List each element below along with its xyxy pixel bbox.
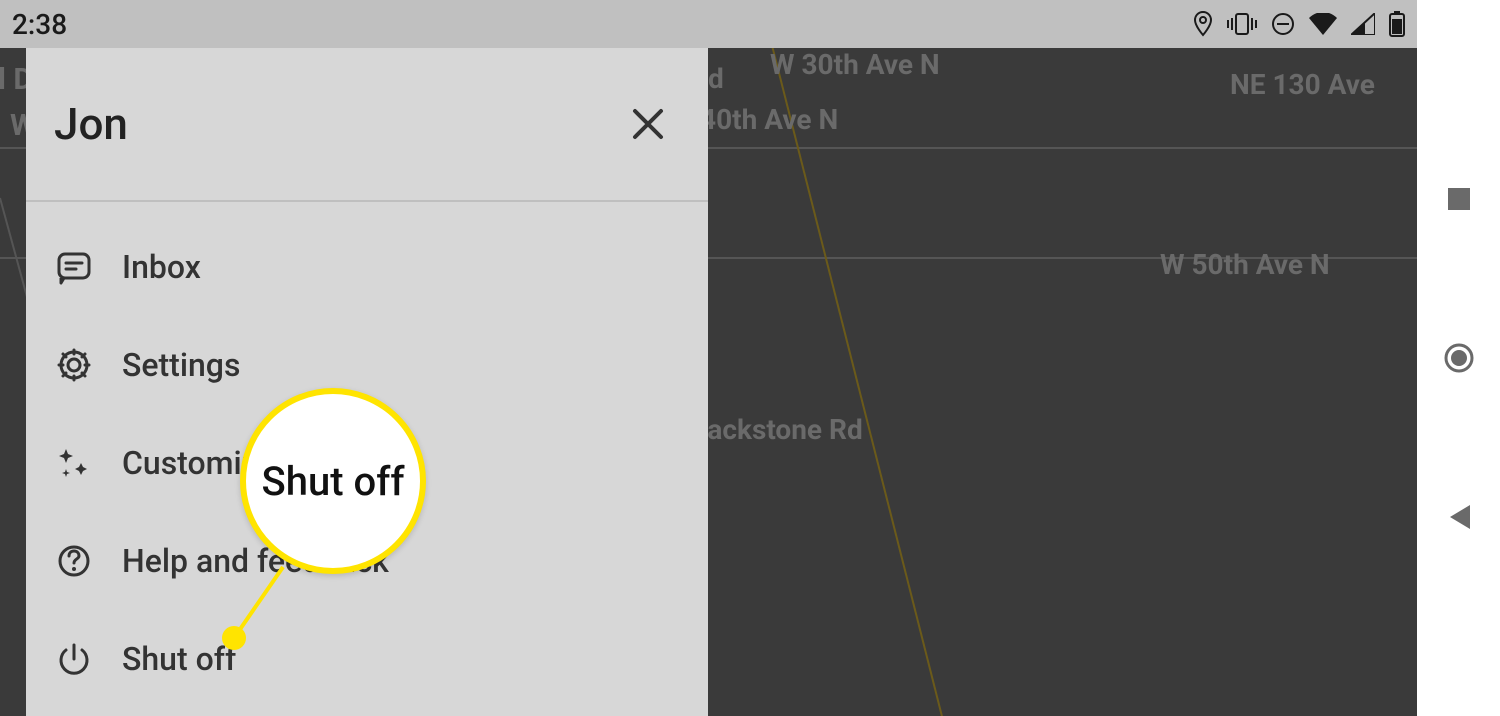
- inbox-icon: [54, 247, 94, 287]
- triangle-left-icon: [1446, 503, 1472, 531]
- status-bar: 2:38: [0, 0, 1417, 48]
- device-screen: 2:38 l D W d W 30th Ave N 40th Ave N: [0, 0, 1417, 716]
- menu-item-label: Settings: [122, 346, 240, 384]
- circle-icon: [1443, 342, 1475, 374]
- drawer-title: Jon: [54, 98, 128, 150]
- cell-signal-icon: [1351, 13, 1375, 35]
- back-button[interactable]: [1441, 499, 1477, 535]
- vibrate-icon: [1227, 12, 1257, 36]
- callout-text: Shut off: [262, 458, 405, 505]
- account-drawer: Jon Inbox Settings: [26, 48, 708, 716]
- do-not-disturb-icon: [1271, 12, 1295, 36]
- home-button[interactable]: [1441, 340, 1477, 376]
- map-label: NE 130 Ave: [1230, 68, 1375, 101]
- map-label: 40th Ave N: [700, 103, 838, 136]
- callout-magnifier: Shut off: [240, 388, 426, 574]
- square-icon: [1446, 186, 1472, 212]
- customize-icon: [54, 443, 94, 483]
- callout-anchor-dot: [222, 626, 246, 650]
- settings-icon: [54, 345, 94, 385]
- map-label: lackstone Rd: [700, 413, 863, 446]
- menu-item-label: Inbox: [122, 248, 201, 286]
- menu-item-label: Shut off: [122, 640, 236, 678]
- help-icon: [54, 541, 94, 581]
- status-time: 2:38: [12, 8, 67, 41]
- drawer-header: Jon: [26, 48, 708, 202]
- menu-item-shut-off[interactable]: Shut off: [26, 610, 708, 708]
- wifi-icon: [1309, 13, 1337, 35]
- close-icon: [631, 107, 665, 141]
- system-nav-bar: [1417, 0, 1500, 716]
- power-icon: [54, 639, 94, 679]
- map-label: W 50th Ave N: [1160, 248, 1330, 281]
- close-button[interactable]: [624, 100, 672, 148]
- battery-icon: [1389, 11, 1405, 37]
- map-label: d: [708, 62, 724, 95]
- overview-button[interactable]: [1441, 181, 1477, 217]
- menu-item-inbox[interactable]: Inbox: [26, 218, 708, 316]
- map-label: W 30th Ave N: [770, 48, 940, 81]
- status-icons: [1193, 11, 1405, 37]
- location-icon: [1193, 11, 1213, 37]
